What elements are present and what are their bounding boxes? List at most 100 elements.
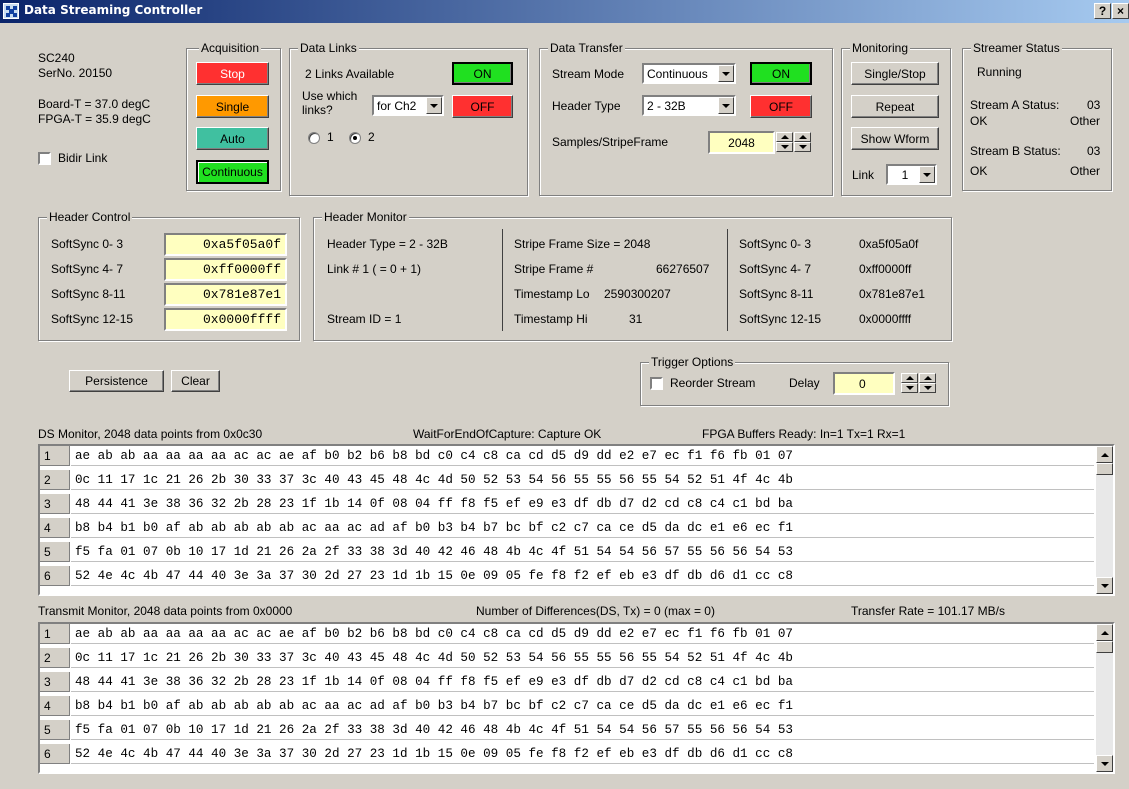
main-window: Data Streaming Controller ? × SC240 SerN… — [0, 0, 1129, 789]
links-off-button[interactable]: OFF — [452, 95, 513, 118]
transfer-off-button[interactable]: OFF — [750, 95, 812, 118]
app-icon — [3, 3, 19, 19]
stream-a-code: 03 — [1087, 98, 1101, 112]
ds-monitor-title: DS Monitor, 2048 data points from 0x0c30 — [38, 427, 263, 441]
table-row: 3 48 44 41 3e 38 36 32 2b 28 23 1f 1b 14… — [40, 672, 1094, 692]
table-row: 4 b8 b4 b1 b0 af ab ab ab ab ab ac aa ac… — [40, 696, 1094, 716]
chevron-up-icon[interactable] — [1096, 446, 1113, 463]
softsync-4-7-label: SoftSync 4- 7 — [51, 262, 124, 276]
streamer-state: Running — [977, 65, 1022, 79]
links-on-button[interactable]: ON — [452, 62, 513, 85]
tx-monitor-grid[interactable]: 1 ae ab ab aa aa aa aa ac ac ae af b0 b2… — [38, 622, 1115, 774]
chevron-down-icon[interactable] — [901, 383, 918, 393]
link-value: 1 — [901, 167, 909, 182]
stream-b-label: Stream B Status: — [970, 144, 1061, 158]
stream-mode-label: Stream Mode — [552, 67, 625, 81]
softsync-4-7-input[interactable]: 0xff0000ff — [164, 258, 287, 281]
hm-softsync-8-11-label: SoftSync 8-11 — [739, 287, 814, 301]
row-number: 6 — [40, 566, 70, 586]
row-data: 0c 11 17 1c 21 26 2b 30 33 37 3c 40 43 4… — [71, 648, 1094, 668]
chevron-down-icon[interactable] — [794, 142, 811, 152]
delay-input[interactable]: 0 — [833, 372, 895, 395]
board-temp-label: Board-T = 37.0 degC — [38, 97, 151, 111]
row-number: 5 — [40, 542, 70, 562]
stop-button[interactable]: Stop — [196, 62, 269, 85]
chevron-down-icon[interactable] — [1096, 577, 1113, 594]
softsync-12-15-input[interactable]: 0x0000ffff — [164, 308, 287, 331]
link-radio-1[interactable] — [308, 132, 320, 144]
scroll-thumb[interactable] — [1096, 641, 1113, 653]
tx-scrollbar[interactable] — [1096, 624, 1113, 772]
hm-stripe-num-value: 66276507 — [656, 262, 710, 276]
row-data: 48 44 41 3e 38 36 32 2b 28 23 1f 1b 14 0… — [71, 672, 1094, 692]
single-button[interactable]: Single — [196, 95, 269, 118]
ds-wait-status: WaitForEndOfCapture: Capture OK — [413, 427, 602, 441]
chevron-down-icon[interactable] — [1096, 755, 1113, 772]
row-data: 52 4e 4c 4b 47 44 40 3e 3a 37 30 2d 27 2… — [71, 744, 1094, 764]
header-type-select[interactable]: 2 - 32B — [642, 95, 736, 116]
row-data: b8 b4 b1 b0 af ab ab ab ab ab ac aa ac a… — [71, 518, 1094, 538]
continuous-button[interactable]: Continuous — [196, 160, 269, 184]
chevron-up-icon[interactable] — [794, 132, 811, 142]
auto-button[interactable]: Auto — [196, 127, 269, 150]
softsync-8-11-input[interactable]: 0x781e87e1 — [164, 283, 287, 306]
chevron-down-icon — [426, 97, 442, 114]
hm-softsync-4-7-value: 0xff0000ff — [859, 262, 912, 276]
transfer-on-button[interactable]: ON — [750, 62, 812, 85]
samples-input[interactable]: 2048 — [708, 131, 775, 154]
scroll-thumb[interactable] — [1096, 463, 1113, 475]
use-which-select[interactable]: for Ch2 — [372, 95, 444, 116]
row-number: 6 — [40, 744, 70, 764]
samples-spinner[interactable] — [776, 132, 793, 153]
close-button[interactable]: × — [1112, 3, 1129, 19]
row-data: 48 44 41 3e 38 36 32 2b 28 23 1f 1b 14 0… — [71, 494, 1094, 514]
ds-monitor-grid[interactable]: 1 ae ab ab aa aa aa aa ac ac ae af b0 b2… — [38, 444, 1115, 596]
link-select[interactable]: 1 — [886, 164, 937, 185]
table-row: 1 ae ab ab aa aa aa aa ac ac ae af b0 b2… — [40, 446, 1094, 466]
hm-softsync-8-11-value: 0x781e87e1 — [859, 287, 926, 301]
delay-spinner-2[interactable] — [919, 373, 936, 394]
softsync-8-11-label: SoftSync 8-11 — [51, 287, 126, 301]
chevron-down-icon[interactable] — [776, 142, 793, 152]
chevron-up-icon[interactable] — [919, 373, 936, 383]
data-links-title: Data Links — [298, 41, 359, 55]
row-number: 4 — [40, 518, 70, 538]
table-row: 5 f5 fa 01 07 0b 10 17 1d 21 26 2a 2f 33… — [40, 720, 1094, 740]
table-row: 6 52 4e 4c 4b 47 44 40 3e 3a 37 30 2d 27… — [40, 744, 1094, 764]
hm-ts-hi-label: Timestamp Hi — [514, 312, 588, 326]
tx-rate-status: Transfer Rate = 101.17 MB/s — [851, 604, 1005, 618]
show-wform-button[interactable]: Show Wform — [851, 127, 939, 150]
delay-spinner[interactable] — [901, 373, 918, 394]
chevron-down-icon — [718, 97, 734, 114]
header-control-title: Header Control — [47, 210, 133, 224]
bidir-checkbox[interactable] — [38, 152, 51, 165]
hm-ts-hi-value: 31 — [629, 312, 643, 326]
softsync-0-3-input[interactable]: 0xa5f05a0f — [164, 233, 287, 256]
single-stop-button[interactable]: Single/Stop — [851, 62, 939, 85]
reorder-checkbox[interactable] — [650, 377, 663, 390]
samples-spinner-2[interactable] — [794, 132, 811, 153]
softsync-0-3-label: SoftSync 0- 3 — [51, 237, 124, 251]
row-number: 1 — [40, 446, 70, 466]
use-which-label: Use which links? — [302, 89, 358, 117]
chevron-up-icon[interactable] — [901, 373, 918, 383]
repeat-button[interactable]: Repeat — [851, 95, 939, 118]
title-bar[interactable]: Data Streaming Controller ? × — [0, 0, 1129, 23]
chevron-down-icon[interactable] — [919, 383, 936, 393]
links-available-label: 2 Links Available — [305, 67, 395, 81]
row-number: 2 — [40, 470, 70, 490]
clear-button[interactable]: Clear — [171, 370, 220, 392]
header-type-value: 2 - 32B — [647, 98, 686, 113]
hm-stripe-size: Stripe Frame Size = 2048 — [514, 237, 651, 251]
chevron-up-icon[interactable] — [776, 132, 793, 142]
hm-ts-lo-label: Timestamp Lo — [514, 287, 590, 301]
chevron-up-icon[interactable] — [1096, 624, 1113, 641]
row-data: b8 b4 b1 b0 af ab ab ab ab ab ac aa ac a… — [71, 696, 1094, 716]
hm-softsync-0-3-label: SoftSync 0- 3 — [739, 237, 812, 251]
help-button[interactable]: ? — [1094, 3, 1111, 19]
stream-mode-select[interactable]: Continuous — [642, 63, 736, 84]
persistence-button[interactable]: Persistence — [69, 370, 164, 392]
ds-scrollbar[interactable] — [1096, 446, 1113, 594]
link-radio-2[interactable] — [349, 132, 361, 144]
table-row: 3 48 44 41 3e 38 36 32 2b 28 23 1f 1b 14… — [40, 494, 1094, 514]
